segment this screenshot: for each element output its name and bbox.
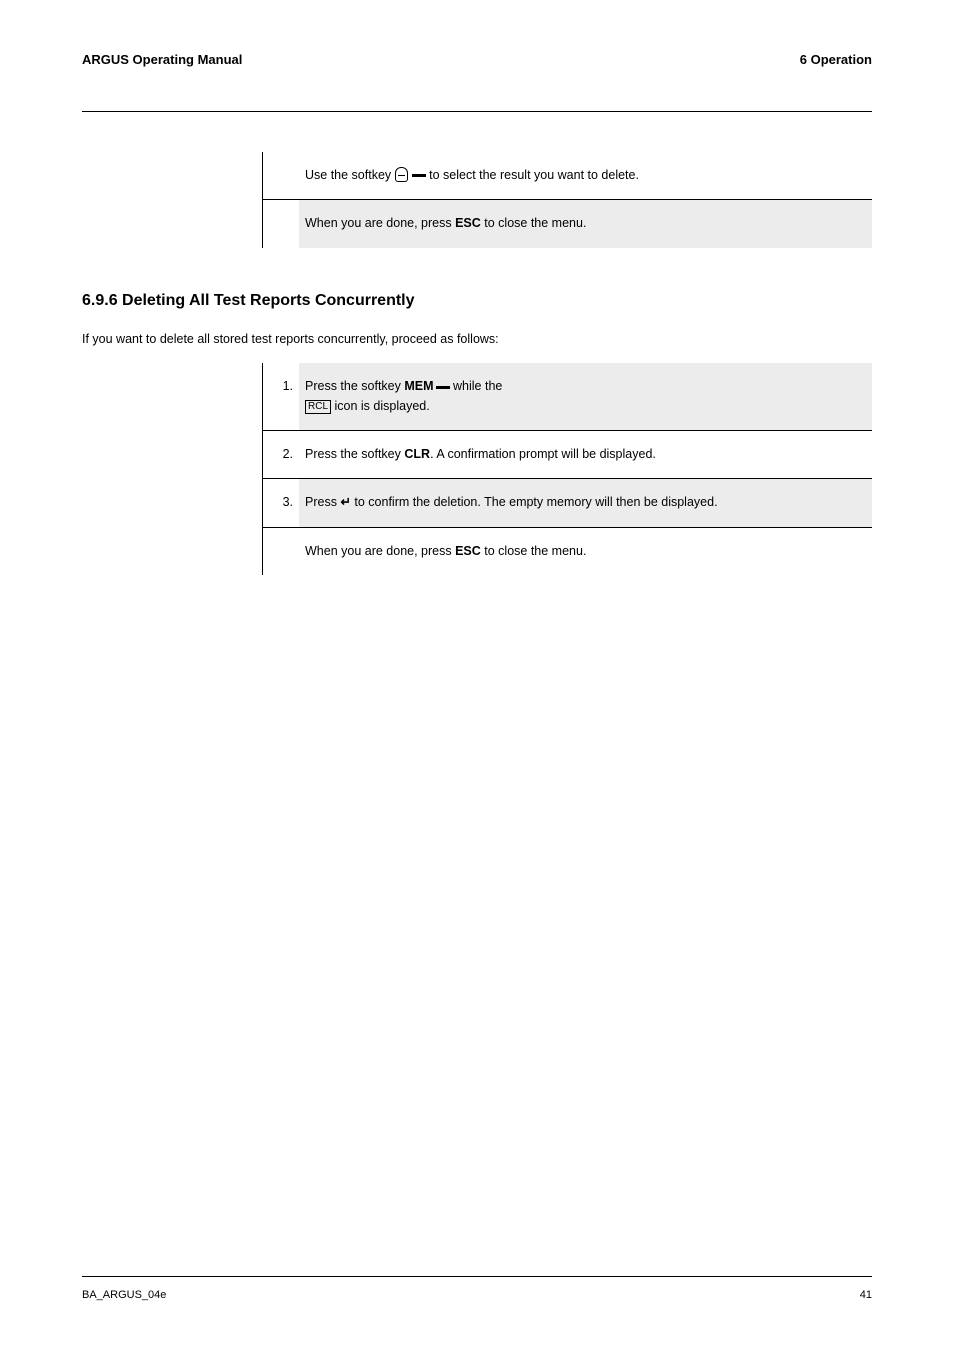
step-text: Press the softkey xyxy=(305,447,404,461)
section-heading: 6.9.6 Deleting All Test Reports Concurre… xyxy=(82,292,872,310)
step-body: When you are done, press ESC to close th… xyxy=(299,200,872,247)
step-text: When you are done, press ESC to close th… xyxy=(305,544,586,558)
enter-key-icon: ↵ xyxy=(340,495,350,509)
step-text: to confirm the deletion. The empty memor… xyxy=(351,495,718,509)
step-number: 1. xyxy=(263,363,299,410)
step-body: When you are done, press ESC to close th… xyxy=(299,528,872,575)
mem-key-label: MEM xyxy=(404,379,433,393)
step-row: When you are done, press ESC to close th… xyxy=(263,528,872,575)
step-text: to select the result you want to delete. xyxy=(429,168,639,182)
clr-key-label: CLR xyxy=(404,447,430,461)
header-left: ARGUS Operating Manual xyxy=(82,52,242,67)
header-rule xyxy=(82,111,872,112)
page-number: 41 xyxy=(860,1289,872,1301)
step-text: When you are done, press ESC to close th… xyxy=(305,216,586,230)
step-text: Press the softkey xyxy=(305,379,404,393)
running-footer: BA_ARGUS_04e 41 xyxy=(82,1289,872,1301)
step-body: Use the softkey to select the result you… xyxy=(299,152,872,199)
rcl-icon: RCL xyxy=(305,400,331,414)
step-text: icon is displayed. xyxy=(335,399,430,413)
dash-icon xyxy=(412,173,426,177)
page: ARGUS Operating Manual 6 Operation Use t… xyxy=(0,0,954,1351)
step-text: Press xyxy=(305,495,340,509)
step-text: while the xyxy=(453,379,502,393)
step-number xyxy=(263,200,299,228)
step-number xyxy=(263,152,299,180)
footer-left: BA_ARGUS_04e xyxy=(82,1289,166,1301)
step-body: Press ↵ to confirm the deletion. The emp… xyxy=(299,479,872,526)
content: Use the softkey to select the result you… xyxy=(82,152,872,575)
step-body: Press the softkey MEM while the RCL icon… xyxy=(299,363,872,430)
intro-paragraph: If you want to delete all stored test re… xyxy=(82,330,872,349)
footer-rule xyxy=(82,1276,872,1277)
step-body: Press the softkey CLR. A confirmation pr… xyxy=(299,431,872,478)
step-number: 3. xyxy=(263,479,299,526)
section1-steps: Use the softkey to select the result you… xyxy=(262,152,872,248)
running-header: ARGUS Operating Manual 6 Operation xyxy=(82,52,872,67)
step-number xyxy=(263,528,299,556)
step-row: 2. Press the softkey CLR. A confirmation… xyxy=(263,431,872,479)
step-number: 2. xyxy=(263,431,299,478)
step-row: 3. Press ↵ to confirm the deletion. The … xyxy=(263,479,872,527)
step-text: Use the softkey xyxy=(305,168,395,182)
step-row: 1. Press the softkey MEM while the RCL i… xyxy=(263,363,872,431)
step-text: . A confirmation prompt will be displaye… xyxy=(430,447,656,461)
step-row: When you are done, press ESC to close th… xyxy=(263,200,872,247)
section2-steps: 1. Press the softkey MEM while the RCL i… xyxy=(262,363,872,575)
header-right: 6 Operation xyxy=(800,52,872,67)
step-row: Use the softkey to select the result you… xyxy=(263,152,872,200)
level-icon xyxy=(395,167,408,182)
dash-icon xyxy=(436,385,450,389)
